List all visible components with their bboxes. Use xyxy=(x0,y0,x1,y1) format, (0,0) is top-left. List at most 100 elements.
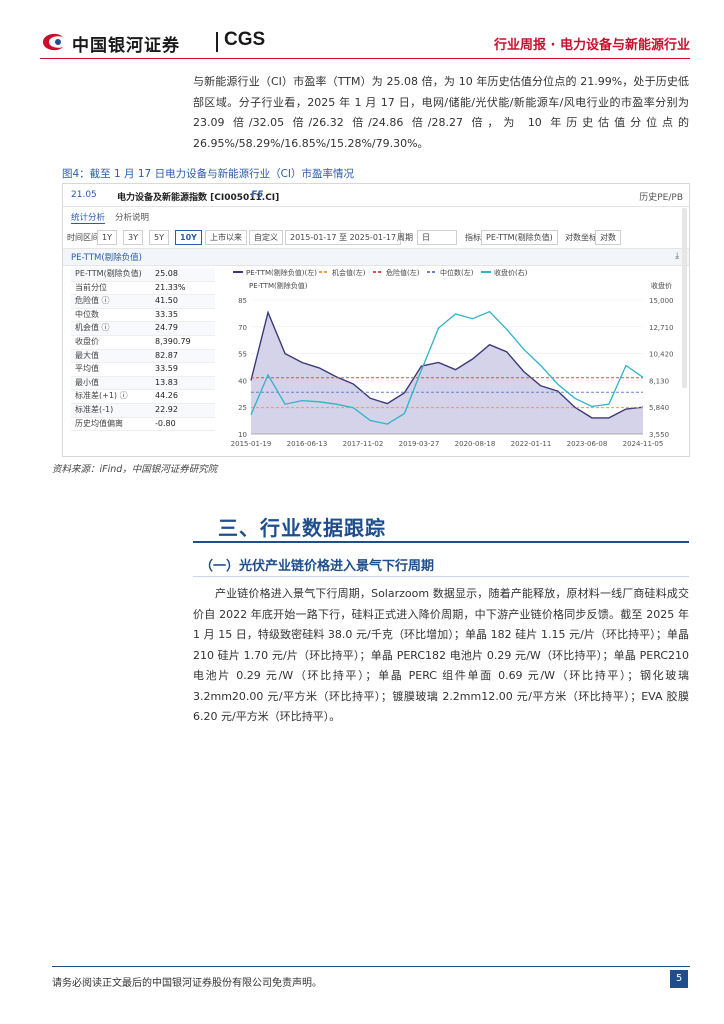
cgs-logo-icon xyxy=(43,33,63,51)
legend-label: 收盘价(右) xyxy=(494,268,528,277)
stats-value: 25.08 xyxy=(155,269,178,278)
figure-top-bar: 21.05 电力设备及新能源指数 [CI005011.CI] F5 历史PE/P… xyxy=(63,184,689,207)
download-icon[interactable]: ⤓ xyxy=(675,251,679,261)
stats-row: 中位数 33.35 xyxy=(71,309,215,323)
stats-label: 历史均值偏离 xyxy=(75,418,123,428)
tab-analysis-notes[interactable]: 分析说明 xyxy=(115,211,149,223)
body-paragraph: 产业链价格进入景气下行周期，Solarzoom 数据显示，随着产能释放，原材料一… xyxy=(193,587,689,723)
left-tick-label: 70 xyxy=(238,324,247,332)
legend-label: 危险值(左) xyxy=(386,268,420,277)
logo-text-en: CGS xyxy=(224,29,266,50)
range-5y-button[interactable]: 5Y xyxy=(149,230,169,245)
x-tick-label: 2016-06-13 xyxy=(287,440,328,448)
right-tick-label: 10,420 xyxy=(649,351,674,359)
stats-label: 中位数 xyxy=(75,309,99,319)
stats-row: 危险值 ⓘ 41.50 xyxy=(71,295,215,309)
stats-label: 危险值 ⓘ xyxy=(75,296,110,306)
section-title: 三、行业数据跟踪 xyxy=(218,516,386,540)
history-pe-pb-link[interactable]: 历史PE/PB xyxy=(639,190,683,203)
left-tick-label: 40 xyxy=(238,377,247,385)
panel-title: PE-TTM(剔除负值) xyxy=(71,253,142,263)
stats-row: 最小值 13.83 xyxy=(71,376,215,391)
figure-controls: 时间区间 1Y 3Y 5Y 10Y 上市以来 自定义 2015-01-17 至 … xyxy=(63,230,689,246)
metric-select[interactable]: PE-TTM(剔除负值) xyxy=(481,230,558,245)
report-category-title: 行业周报 · 电力设备与新能源行业 xyxy=(494,38,690,53)
right-tick-label: 12,710 xyxy=(649,324,674,332)
stats-value: 13.83 xyxy=(155,377,178,387)
x-tick-label: 2020-08-18 xyxy=(455,440,496,448)
stats-row: 机会值 ⓘ 24.79 xyxy=(71,322,215,336)
legend-label: 机会值(左) xyxy=(332,268,366,277)
stats-value: -0.80 xyxy=(155,418,176,428)
x-tick-label: 2024-11-05 xyxy=(623,440,664,448)
x-tick-label: 2015-01-19 xyxy=(231,440,272,448)
stats-value: 33.35 xyxy=(155,309,178,319)
stats-row: 最大值 82.87 xyxy=(71,349,215,364)
metric-label: 指标 xyxy=(465,233,481,242)
pe-valuation-figure: 21.05 电力设备及新能源指数 [CI005011.CI] F5 历史PE/P… xyxy=(62,183,690,457)
f5-button[interactable]: F5 xyxy=(251,190,263,200)
stats-value: 8,390.79 xyxy=(155,336,191,346)
stats-value: 24.79 xyxy=(155,323,178,333)
x-tick-label: 2022-01-11 xyxy=(511,440,552,448)
panel-header: PE-TTM(剔除负值) ⤓ xyxy=(63,248,689,266)
stats-row: PE-TTM(剔除负值) 25.08 xyxy=(71,268,215,282)
right-tick-label: 8,130 xyxy=(649,377,669,385)
stats-value: 41.50 xyxy=(155,296,178,306)
stats-label: 收盘价 xyxy=(75,336,99,346)
scale-label: 对数坐标 xyxy=(565,233,597,242)
legend-label: 中位数(左) xyxy=(440,268,474,277)
stats-label: 平均值 xyxy=(75,364,99,374)
pe-price-chart: PE-TTM(剔除负值)(左) 机会值(左) 危险值(左) 中位数(左) 收盘价(右) P… xyxy=(231,268,674,448)
page-number: 5 xyxy=(670,970,688,988)
left-tick-label: 10 xyxy=(238,431,247,439)
frequency-label: 周期 xyxy=(397,233,413,242)
stats-label: 机会值 ⓘ xyxy=(75,323,110,333)
stats-row: 标准差(-1) 22.92 xyxy=(71,403,215,418)
range-3y-button[interactable]: 3Y xyxy=(123,230,143,245)
right-tick-label: 5,840 xyxy=(649,404,669,412)
pe-area xyxy=(251,312,643,434)
x-tick-label: 2017-11-02 xyxy=(343,440,384,448)
stats-row: 标准差(+1) ⓘ 44.26 xyxy=(71,390,215,404)
logo-divider xyxy=(216,32,218,52)
left-tick-label: 85 xyxy=(238,297,247,305)
header-divider xyxy=(40,58,690,59)
figure-scrollbar[interactable] xyxy=(682,208,687,388)
left-tick-label: 25 xyxy=(238,404,247,412)
figure-tabs: 统计分析 分析说明 xyxy=(63,208,689,224)
x-tick-label: 2023-06-08 xyxy=(567,440,608,448)
stats-value: 21.33% xyxy=(155,282,186,292)
page-header: 中国银河证券 CGS 行业周报 · 电力设备与新能源行业 xyxy=(40,26,690,58)
logo-text-cn: 中国银河证券 xyxy=(72,36,180,56)
stats-label: 标准差(+1) ⓘ xyxy=(75,391,128,401)
range-since-listing-button[interactable]: 上市以来 xyxy=(205,230,247,245)
tab-statistics[interactable]: 统计分析 xyxy=(71,211,106,224)
range-custom-button[interactable]: 自定义 xyxy=(249,230,283,245)
scale-select[interactable]: 对数 xyxy=(595,230,621,245)
left-tick-label: 55 xyxy=(238,351,247,359)
stats-value: 22.92 xyxy=(155,404,178,414)
legend-label: PE-TTM(剔除负值)(左) xyxy=(246,268,317,277)
stats-row: 平均值 33.59 xyxy=(71,363,215,377)
figure-source: 资料来源：iFind，中国银河证券研究院 xyxy=(52,464,218,475)
range-1y-button[interactable]: 1Y xyxy=(97,230,117,245)
figure-title: 图4：截至 1 月 17 日电力设备与新能源行业（CI）市盈率情况 xyxy=(62,168,354,180)
stats-row: 收盘价 8,390.79 xyxy=(71,336,215,350)
stats-label: 标准差(-1) xyxy=(75,404,114,414)
date-range-input[interactable]: 2015-01-17 至 2025-01-17 xyxy=(285,230,402,245)
footer-disclaimer: 请务必阅读正文最后的中国银河证券股份有限公司免责声明。 xyxy=(52,978,322,989)
stats-value: 82.87 xyxy=(155,350,178,360)
range-10y-button[interactable]: 10Y xyxy=(175,230,202,245)
subsection-divider xyxy=(193,576,689,577)
stats-label: 最小值 xyxy=(75,377,99,387)
frequency-select[interactable]: 日 xyxy=(417,230,457,245)
stats-row: 当前分位 21.33% xyxy=(71,282,215,296)
stats-value: 44.26 xyxy=(155,391,178,401)
x-tick-label: 2019-03-27 xyxy=(399,440,440,448)
section-divider xyxy=(193,541,689,543)
right-tick-label: 3,550 xyxy=(649,431,669,439)
footer-divider xyxy=(52,966,690,967)
right-tick-label: 15,000 xyxy=(649,297,674,305)
stats-label: 最大值 xyxy=(75,350,99,360)
